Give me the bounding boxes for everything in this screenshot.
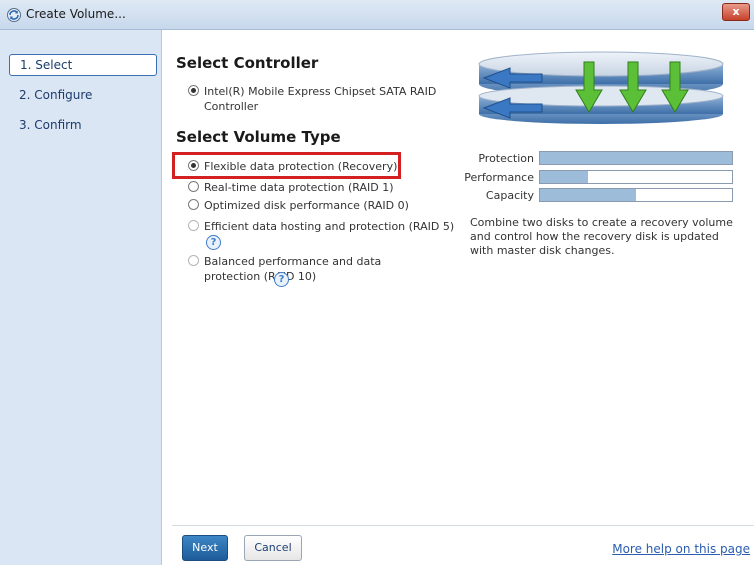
- volume-option-label: Efficient data hosting and protection (R…: [204, 220, 455, 233]
- protection-meter: [539, 151, 733, 165]
- cancel-button[interactable]: Cancel: [244, 535, 302, 561]
- footer-divider: [172, 525, 754, 526]
- volume-radio-raid5[interactable]: [188, 220, 199, 231]
- capacity-meter: [539, 188, 733, 202]
- controller-radio[interactable]: [188, 85, 199, 96]
- step-confirm[interactable]: 3. Confirm: [9, 115, 157, 137]
- window-title: Create Volume...: [26, 7, 126, 21]
- meter-label-protection: Protection: [478, 152, 534, 165]
- select-volume-type-heading: Select Volume Type: [176, 128, 341, 146]
- controller-option[interactable]: Intel(R) Mobile Express Chipset SATA RAI…: [188, 84, 448, 116]
- step-select[interactable]: 1. Select: [9, 54, 157, 76]
- close-button[interactable]: x: [722, 3, 750, 21]
- recovery-disks-illustration: [478, 51, 724, 124]
- volume-option-raid1[interactable]: Real-time data protection (RAID 1): [188, 180, 408, 196]
- protection-meter-fill: [540, 152, 732, 164]
- volume-option-label: Optimized disk performance (RAID 0): [204, 199, 409, 212]
- meter-label-performance: Performance: [464, 171, 534, 184]
- volume-option-label: Balanced performance and data protection…: [204, 255, 382, 283]
- volume-option-label: Real-time data protection (RAID 1): [204, 181, 394, 194]
- step-configure[interactable]: 2. Configure: [9, 85, 157, 107]
- title-bar: Create Volume... x: [0, 0, 754, 30]
- next-button[interactable]: Next: [182, 535, 228, 561]
- help-icon[interactable]: ?: [206, 235, 221, 250]
- volume-option-raid5[interactable]: Efficient data hosting and protection (R…: [188, 219, 454, 253]
- performance-meter: [539, 170, 733, 184]
- volume-description: Combine two disks to create a recovery v…: [470, 216, 733, 257]
- selection-highlight: [172, 152, 401, 179]
- volume-radio-raid10[interactable]: [188, 255, 199, 266]
- volume-radio-raid1[interactable]: [188, 181, 199, 192]
- volume-radio-raid0[interactable]: [188, 199, 199, 210]
- controller-option-label: Intel(R) Mobile Express Chipset SATA RAI…: [204, 85, 437, 113]
- volume-option-raid0[interactable]: Optimized disk performance (RAID 0): [188, 198, 409, 214]
- meter-label-capacity: Capacity: [485, 189, 534, 202]
- refresh-disk-icon: [7, 8, 21, 22]
- performance-meter-fill: [540, 171, 588, 183]
- capacity-meter-fill: [540, 189, 636, 201]
- help-icon[interactable]: ?: [274, 272, 289, 287]
- wizard-steps-sidebar: 1. Select 2. Configure 3. Confirm: [0, 30, 162, 565]
- more-help-link[interactable]: More help on this page: [612, 542, 750, 556]
- select-controller-heading: Select Controller: [176, 54, 319, 72]
- volume-option-raid10[interactable]: Balanced performance and data protection…: [188, 254, 438, 288]
